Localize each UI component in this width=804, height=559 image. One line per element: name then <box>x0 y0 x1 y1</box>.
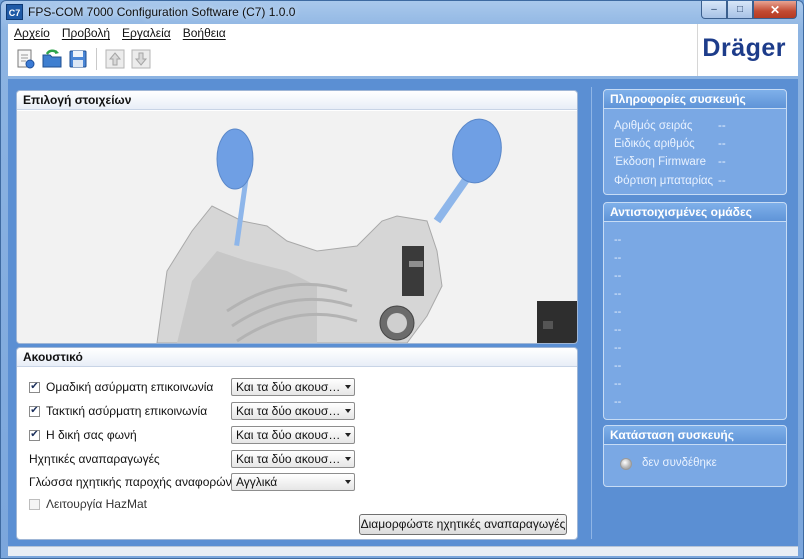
application-window: C7 FPS-COM 7000 Configuration Software (… <box>0 0 804 559</box>
panel-divider <box>591 87 592 539</box>
menu-help[interactable]: Βοήθεια <box>177 24 232 42</box>
earpiece-panel: Ακουστικό ✔ Ομαδική ασύρματη επικοινωνία… <box>16 347 578 540</box>
group-radio-dropdown[interactable]: Και τα δύο ακουστι... <box>231 378 355 396</box>
report-language-label: Γλώσσα ηχητικής παροχής αναφορών <box>29 475 232 489</box>
close-button[interactable]: ✕ <box>753 1 797 19</box>
menu-file[interactable]: Αρχείο <box>8 24 56 42</box>
toolbar <box>14 46 153 72</box>
battery-charge-row: Φόρτιση μπαταρίας -- <box>614 175 726 187</box>
drager-logo: Dräger <box>702 34 786 62</box>
menu-tools[interactable]: Εργαλεία <box>116 24 177 42</box>
work-area: Επιλογή στοιχείων Ακουστικό ✔ Ομαδική ασ… <box>8 79 798 546</box>
group-item: -- <box>614 324 622 336</box>
group-item: -- <box>614 288 622 300</box>
device-illustration <box>17 111 577 343</box>
group-item: -- <box>614 270 622 282</box>
tactical-radio-checkbox[interactable]: ✔ <box>29 405 40 417</box>
own-voice-label: Η δική σας φωνή <box>46 428 137 442</box>
save-disk-icon[interactable] <box>66 47 90 71</box>
configure-audio-playback-button[interactable]: Διαμορφώστε ηχητικές αναπαραγωγές <box>359 514 567 535</box>
matched-groups-title: Αντιστοιχισμένες ομάδες <box>604 203 786 222</box>
logo-divider <box>697 24 698 76</box>
group-radio-label: Ομαδική ασύρματη επικοινωνία <box>46 380 214 394</box>
tactical-radio-dropdown[interactable]: Και τα δύο ακουστι... <box>231 402 355 420</box>
audio-playback-dropdown[interactable]: Και τα δύο ακουστι... <box>231 450 355 468</box>
app-icon: C7 <box>6 4 23 20</box>
tactical-radio-label: Τακτική ασύρματη επικοινωνία <box>46 404 208 418</box>
menu-view[interactable]: Προβολή <box>56 24 116 42</box>
open-document-icon[interactable] <box>14 47 38 71</box>
connection-status: δεν συνδέθηκε <box>642 457 717 469</box>
device-info-title: Πληροφορίες συσκευής <box>604 90 786 109</box>
device-status-panel: Κατάσταση συσκευής δεν συνδέθηκε <box>603 425 787 487</box>
component-selection-title: Επιλογή στοιχείων <box>17 91 577 110</box>
component-selection-panel: Επιλογή στοιχείων <box>16 90 578 344</box>
chevron-down-icon <box>345 433 351 437</box>
device-status-title: Κατάσταση συσκευής <box>604 426 786 445</box>
chevron-down-icon <box>345 385 351 389</box>
hazmat-checkbox[interactable] <box>29 498 40 510</box>
download-arrow-icon[interactable] <box>129 47 153 71</box>
hazmat-row: Λειτουργία HazMat <box>29 495 147 513</box>
group-item: -- <box>614 342 622 354</box>
window-title: FPS-COM 7000 Configuration Software (C7)… <box>28 5 296 19</box>
group-radio-checkbox[interactable]: ✔ <box>29 381 40 393</box>
firmware-version-row: Έκδοση Firmware -- <box>614 156 726 168</box>
menu-bar: Αρχείο Προβολή Εργαλεία Βοήθεια <box>8 24 232 42</box>
tactical-radio-row: ✔ Τακτική ασύρματη επικοινωνία <box>29 402 207 420</box>
maximize-button[interactable]: □ <box>727 1 753 19</box>
chevron-down-icon <box>345 457 351 461</box>
audio-playback-row: Ηχητικές αναπαραγωγές <box>29 450 160 468</box>
chevron-down-icon <box>345 409 351 413</box>
group-item: -- <box>614 234 622 246</box>
own-voice-row: ✔ Η δική σας φωνή <box>29 426 137 444</box>
report-language-row: Γλώσσα ηχητικής παροχής αναφορών <box>29 473 232 491</box>
earpiece-panel-title: Ακουστικό <box>17 348 577 367</box>
group-item: -- <box>614 306 622 318</box>
upload-arrow-icon[interactable] <box>103 47 127 71</box>
group-item: -- <box>614 360 622 372</box>
group-radio-row: ✔ Ομαδική ασύρματη επικοινωνία <box>29 378 213 396</box>
audio-playback-label: Ηχητικές αναπαραγωγές <box>29 452 160 466</box>
device-info-panel: Πληροφορίες συσκευής Αριθμός σειράς -- Ει… <box>603 89 787 195</box>
toolbar-separator <box>96 48 97 70</box>
menu-toolbar-area: Αρχείο Προβολή Εργαλεία Βοήθεια Dräger <box>8 24 798 76</box>
group-item: -- <box>614 396 622 408</box>
title-bar[interactable]: C7 FPS-COM 7000 Configuration Software (… <box>1 1 803 23</box>
status-bar <box>8 546 798 556</box>
report-language-dropdown[interactable]: Αγγλικά <box>231 473 355 491</box>
minimize-button[interactable]: – <box>701 1 727 19</box>
refresh-folder-icon[interactable] <box>40 47 64 71</box>
own-voice-dropdown[interactable]: Και τα δύο ακουστι... <box>231 426 355 444</box>
group-item: -- <box>614 378 622 390</box>
window-controls: – □ ✕ <box>701 1 797 19</box>
own-voice-checkbox[interactable]: ✔ <box>29 429 40 441</box>
matched-groups-panel: Αντιστοιχισμένες ομάδες -- -- -- -- -- -… <box>603 202 787 420</box>
chevron-down-icon <box>345 480 351 484</box>
status-led-icon <box>620 458 632 470</box>
serial-number-row: Αριθμός σειράς -- <box>614 120 726 132</box>
hazmat-label: Λειτουργία HazMat <box>46 497 147 511</box>
part-number-row: Ειδικός αριθμός -- <box>614 138 726 150</box>
group-item: -- <box>614 252 622 264</box>
